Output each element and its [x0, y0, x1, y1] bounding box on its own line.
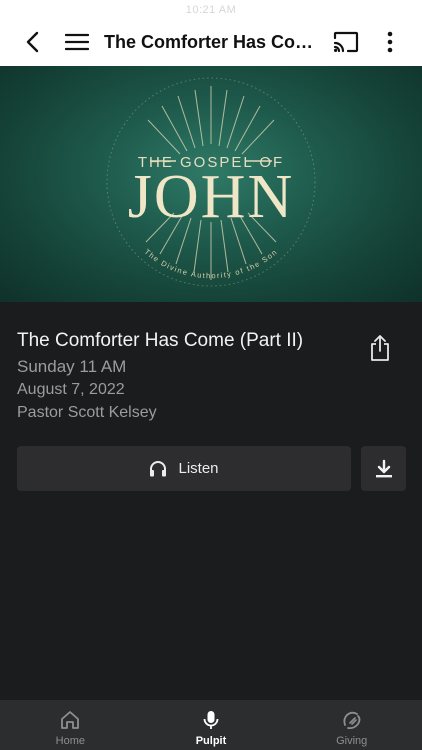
page-title: The Comforter Has Come (Part II)	[104, 32, 320, 52]
tab-home-label: Home	[55, 735, 85, 747]
sermon-service-time: Sunday 11 AM	[17, 357, 127, 376]
download-icon	[375, 459, 392, 477]
hamburger-icon	[65, 33, 89, 51]
cast-icon	[333, 31, 359, 53]
tab-giving-label: Giving	[336, 735, 368, 747]
listen-button[interactable]: Listen	[17, 446, 351, 491]
home-icon	[58, 708, 82, 732]
top-app-bar: 10:21 AM The Comforter Has Come (Part II…	[0, 0, 422, 66]
sermon-speaker: Pastor Scott Kelsey	[17, 404, 157, 421]
back-button[interactable]	[18, 28, 46, 56]
listen-label: Listen	[178, 460, 219, 477]
status-bar-time: 10:21 AM	[185, 4, 237, 16]
tab-giving[interactable]: Giving	[281, 700, 422, 750]
more-options-button[interactable]	[376, 28, 404, 56]
tab-pulpit-label: Pulpit	[195, 735, 227, 747]
more-vertical-icon	[387, 31, 393, 53]
back-arrow-icon	[26, 31, 39, 53]
share-button[interactable]	[366, 332, 394, 364]
bottom-tab-bar: Home Pulpit Giving	[0, 700, 422, 750]
menu-button[interactable]	[62, 28, 92, 56]
cast-button[interactable]	[331, 28, 361, 56]
download-button[interactable]	[361, 446, 406, 491]
tab-home[interactable]: Home	[0, 700, 141, 750]
microphone-icon	[199, 708, 223, 732]
sermon-date: August 7, 2022	[17, 381, 125, 398]
artwork-series-title: JOHN	[127, 163, 295, 231]
sermon-detail-screen: 10:21 AM The Comforter Has Come (Part II…	[0, 0, 422, 750]
giving-icon	[340, 708, 364, 732]
tab-pulpit[interactable]: Pulpit	[141, 700, 282, 750]
sermon-series-artwork: The Divine Authority of the Son THE GOSP…	[0, 66, 422, 302]
share-icon	[371, 335, 389, 361]
headphones-icon	[150, 461, 167, 477]
sermon-title: The Comforter Has Come (Part II)	[17, 330, 304, 351]
